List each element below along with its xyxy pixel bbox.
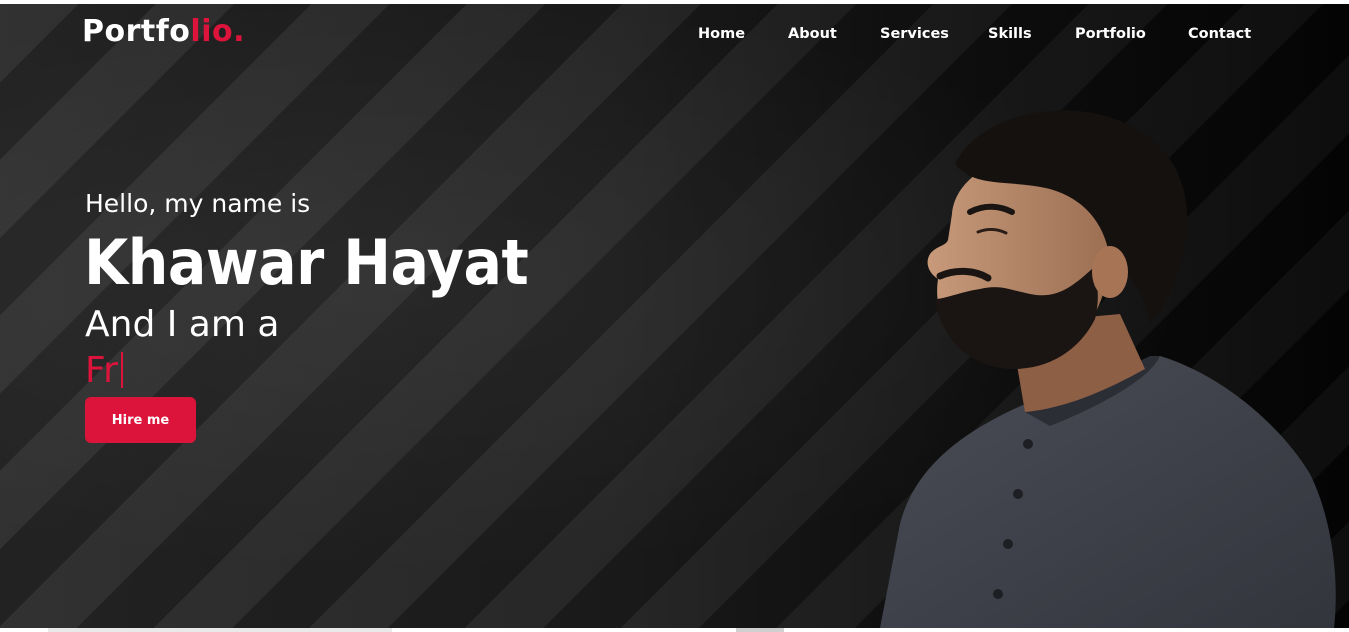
nav-link-contact[interactable]: Contact [1188, 26, 1251, 42]
text-caret-icon [120, 352, 123, 388]
main-navigation: Home About Services Skills Portfolio Con… [0, 26, 1349, 48]
nav-link-skills[interactable]: Skills [988, 26, 1032, 42]
nav-link-services[interactable]: Services [880, 26, 949, 42]
horizontal-scrollbar[interactable] [0, 628, 1349, 632]
hero-section: Portfolio. Home About Services Skills Po… [0, 4, 1349, 628]
scrollbar-segment [48, 628, 392, 632]
hero-greeting: Hello, my name is [85, 189, 311, 218]
hero-name: Khawar Hayat [84, 226, 529, 299]
typed-role: Fr [85, 350, 123, 391]
scrollbar-thumb[interactable] [736, 628, 784, 632]
hero-role-prefix: And I am a [85, 304, 280, 345]
hire-me-button[interactable]: Hire me [85, 397, 196, 443]
typed-role-text: Fr [85, 350, 118, 391]
nav-link-about[interactable]: About [788, 26, 837, 42]
nav-link-home[interactable]: Home [698, 26, 745, 42]
profile-photo [880, 110, 1336, 628]
nav-link-portfolio[interactable]: Portfolio [1075, 26, 1146, 42]
